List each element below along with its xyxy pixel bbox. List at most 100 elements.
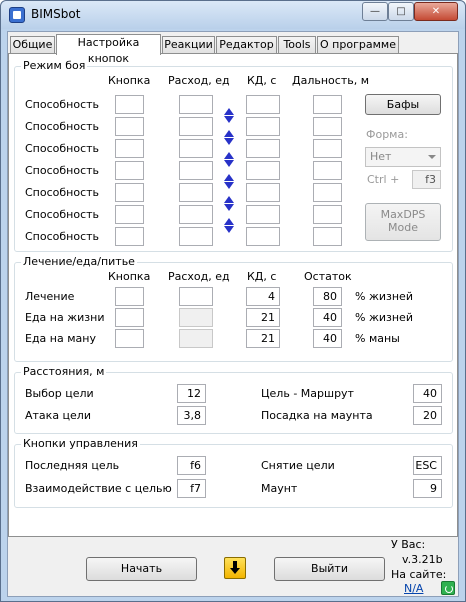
heal-row-remain-field[interactable]: 40 [313, 308, 342, 327]
route-label: Цель - Маршрут [261, 387, 354, 400]
site-version-link[interactable]: N/A [404, 582, 423, 595]
ability-button-field[interactable] [115, 183, 144, 202]
interact-key-field[interactable]: f7 [177, 479, 206, 498]
you-have-label: У Вас: [391, 538, 426, 551]
ability-button-field[interactable] [115, 139, 144, 158]
heal-header-cd: КД, с [247, 270, 277, 283]
heal-row-button-field[interactable] [115, 329, 144, 348]
last-target-key-field[interactable]: f6 [177, 456, 206, 475]
title-bar[interactable]: BIMSbot — □ ✕ [1, 1, 465, 29]
ability-cd-field[interactable] [246, 117, 280, 136]
ability-range-field[interactable] [313, 183, 342, 202]
ability-label: Способность [25, 164, 100, 177]
ability-cd-field[interactable] [246, 139, 280, 158]
heal-row-remain-field[interactable]: 80 [313, 287, 342, 306]
ability-cost-field[interactable] [179, 205, 213, 224]
ability-button-field[interactable] [115, 117, 144, 136]
ability-cost-field[interactable] [179, 227, 213, 246]
buffs-button[interactable]: Бафы [365, 94, 441, 115]
ability-range-field[interactable] [313, 95, 342, 114]
tab-reactions[interactable]: Реакции [162, 36, 215, 54]
combat-header-button: Кнопка [108, 74, 151, 87]
minimize-button[interactable]: — [362, 2, 388, 21]
attack-field[interactable]: 3,8 [177, 406, 206, 425]
window-title: BIMSbot [31, 7, 81, 21]
ability-cd-field[interactable] [246, 161, 280, 180]
ability-cd-field[interactable] [246, 205, 280, 224]
heal-row-button-field[interactable] [115, 308, 144, 327]
ability-cd-field[interactable] [246, 227, 280, 246]
ability-cost-field[interactable] [179, 117, 213, 136]
ability-range-field[interactable] [313, 227, 342, 246]
start-button[interactable]: Начать [86, 557, 197, 581]
swap-rows-arrows-icon[interactable] [224, 218, 235, 234]
ability-label: Способность [25, 230, 100, 243]
maximize-button[interactable]: □ [388, 2, 414, 21]
ability-label: Способность [25, 208, 100, 221]
ability-cd-field[interactable] [246, 95, 280, 114]
ability-label: Способность [25, 142, 100, 155]
ability-cost-field[interactable] [179, 161, 213, 180]
ability-cd-field[interactable] [246, 183, 280, 202]
close-button[interactable]: ✕ [414, 2, 458, 21]
tab-editor[interactable]: Редактор [216, 36, 277, 54]
ability-cost-field[interactable] [179, 95, 213, 114]
maxdps-mode-button[interactable]: MaxDPS Mode [365, 203, 441, 241]
interact-label: Взаимодействие с целью [25, 482, 172, 495]
ability-range-field[interactable] [313, 205, 342, 224]
swap-rows-arrows-icon[interactable] [224, 174, 235, 190]
swap-rows-arrows-icon[interactable] [224, 130, 235, 146]
controls-group: Кнопки управления Последняя цель f6 Взаи… [14, 437, 453, 508]
exit-button[interactable]: Выйти [274, 557, 385, 581]
mount-landing-label: Посадка на маунта [261, 409, 373, 422]
tab-about[interactable]: О программе [317, 36, 399, 54]
mount-landing-field[interactable]: 20 [413, 406, 442, 425]
target-select-field[interactable]: 12 [177, 384, 206, 403]
heal-row-cost-field[interactable] [179, 308, 213, 327]
ctrl-label: Ctrl + [367, 173, 400, 186]
heal-row-cd-field[interactable]: 21 [246, 329, 280, 348]
app-icon [9, 7, 25, 23]
heal-row-cd-field[interactable]: 21 [246, 308, 280, 327]
swap-rows-arrows-icon[interactable] [224, 196, 235, 212]
heal-row-cd-field[interactable]: 4 [246, 287, 280, 306]
heal-row-label: Еда на жизни [25, 311, 105, 324]
ability-cost-field[interactable] [179, 139, 213, 158]
ability-button-field[interactable] [115, 205, 144, 224]
ability-cost-field[interactable] [179, 183, 213, 202]
ability-range-field[interactable] [313, 139, 342, 158]
ability-button-field[interactable] [115, 161, 144, 180]
swap-rows-arrows-icon[interactable] [224, 152, 235, 168]
ability-range-field[interactable] [313, 117, 342, 136]
attack-label: Атака цели [25, 409, 91, 422]
tab-general[interactable]: Общие [10, 36, 55, 54]
heal-header-cost: Расход, ед [168, 270, 230, 283]
route-field[interactable]: 40 [413, 384, 442, 403]
heal-row-button-field[interactable] [115, 287, 144, 306]
heal-row-label: Еда на ману [25, 332, 96, 345]
tab-button-settings[interactable]: Настройка кнопок [56, 34, 161, 65]
download-arrow-icon[interactable] [224, 557, 246, 579]
chevron-down-icon [428, 155, 436, 159]
heal-row-remain-field[interactable]: 40 [313, 329, 342, 348]
ability-range-field[interactable] [313, 161, 342, 180]
refresh-icon[interactable] [441, 581, 455, 595]
ctrl-key-field[interactable]: f3 [412, 170, 441, 189]
heal-row-unit: % маны [355, 332, 400, 345]
clear-target-key-field[interactable]: ESC [413, 456, 442, 475]
last-target-label: Последняя цель [25, 459, 120, 472]
ability-label: Способность [25, 98, 100, 111]
controls-group-title: Кнопки управления [21, 437, 140, 450]
form-select[interactable]: Нет [365, 147, 441, 167]
mount-key-field[interactable]: 9 [413, 479, 442, 498]
ability-label: Способность [25, 186, 100, 199]
current-version: v.3.21b [402, 553, 443, 566]
heal-row-cost-field[interactable] [179, 287, 213, 306]
ability-button-field[interactable] [115, 95, 144, 114]
combat-header-range: Дальность, м [292, 74, 369, 87]
heal-row-cost-field[interactable] [179, 329, 213, 348]
ability-button-field[interactable] [115, 227, 144, 246]
client-area: Общие Настройка кнопок Реакции Редактор … [7, 31, 459, 597]
swap-rows-arrows-icon[interactable] [224, 108, 235, 124]
tab-tools[interactable]: Tools [278, 36, 316, 54]
